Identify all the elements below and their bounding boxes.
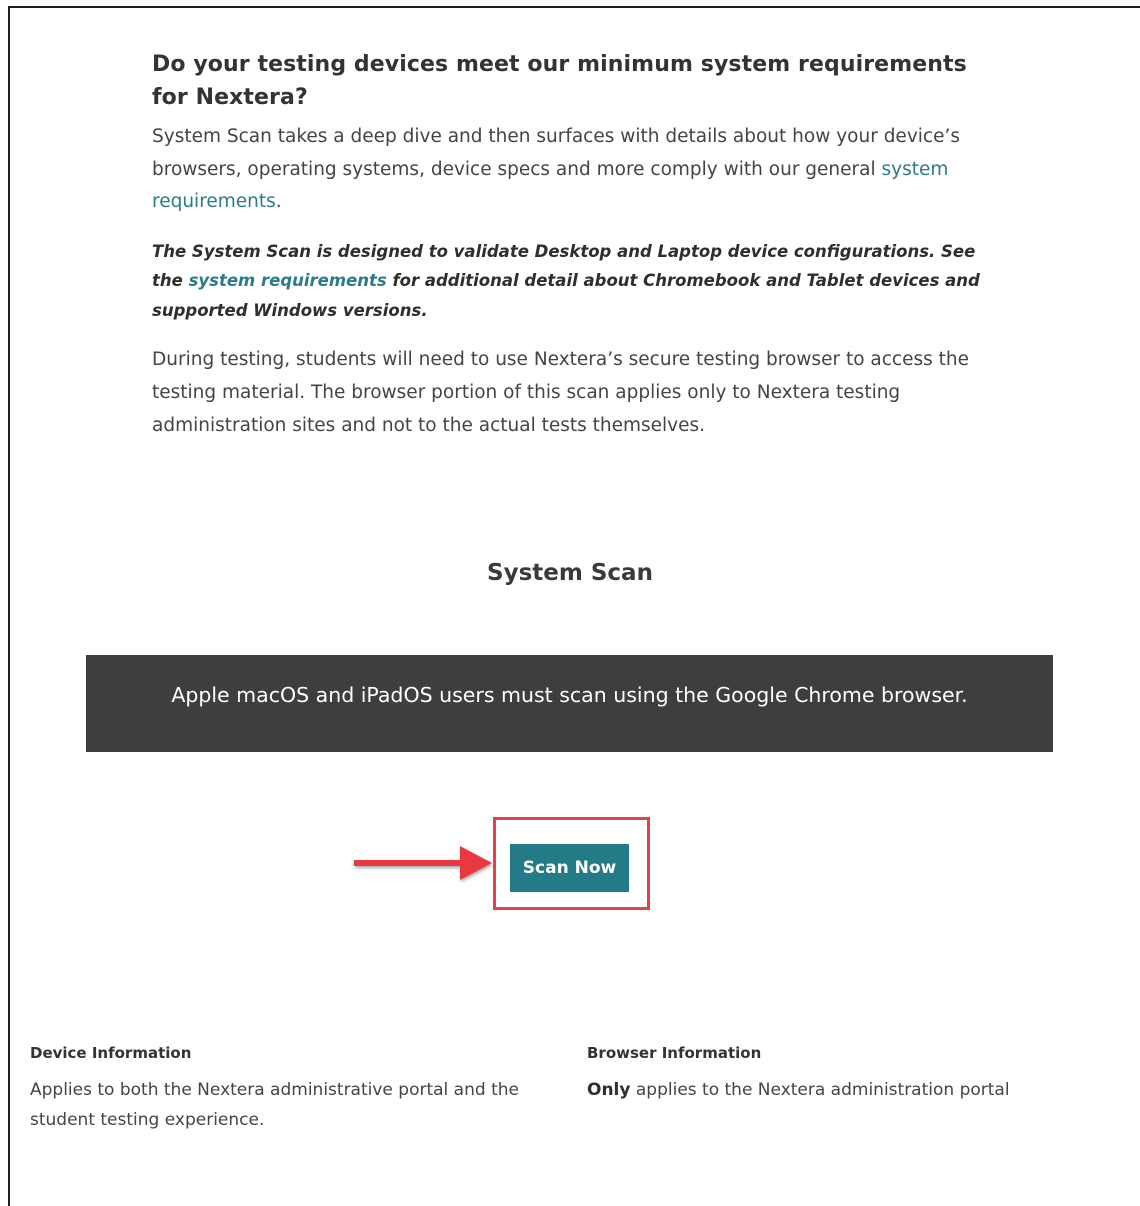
device-information-title: Device Information bbox=[30, 1044, 192, 1062]
intro-paragraph: System Scan takes a deep dive and then s… bbox=[152, 121, 992, 219]
browser-information-emphasis: Only bbox=[587, 1080, 631, 1100]
browser-information-rest: applies to the Nextera administration po… bbox=[630, 1080, 1010, 1100]
note-system-requirements-link[interactable]: system requirements bbox=[189, 271, 387, 290]
scan-now-button[interactable]: Scan Now bbox=[510, 844, 629, 892]
device-information-text: Applies to both the Nextera administrati… bbox=[30, 1080, 519, 1130]
system-scan-heading: System Scan bbox=[487, 560, 653, 586]
testing-browser-paragraph: During testing, students will need to us… bbox=[152, 349, 969, 436]
intro-text: System Scan takes a deep dive and then s… bbox=[152, 126, 960, 180]
browser-information-title: Browser Information bbox=[587, 1044, 762, 1062]
macos-notice-banner: Apple macOS and iPadOS users must scan u… bbox=[86, 655, 1053, 752]
page-title: Do your testing devices meet our minimum… bbox=[152, 52, 967, 110]
browser-information-text: Only applies to the Nextera administrati… bbox=[587, 1076, 1107, 1106]
browser-information-section: Browser Information Only applies to the … bbox=[587, 1043, 1107, 1106]
intro-end: . bbox=[275, 191, 282, 212]
scan-note: The System Scan is designed to validate … bbox=[152, 237, 992, 326]
red-arrow-right-icon bbox=[354, 846, 492, 880]
device-information-section: Device Information Applies to both the N… bbox=[30, 1043, 570, 1135]
intro-section: Do your testing devices meet our minimum… bbox=[152, 48, 992, 442]
